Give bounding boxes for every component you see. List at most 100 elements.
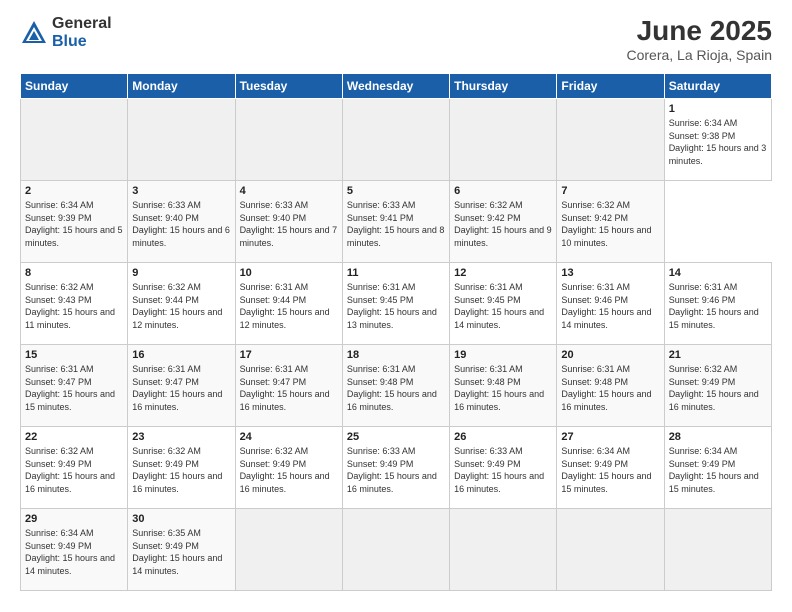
calendar-cell: 23 Sunrise: 6:32 AM Sunset: 9:49 PM Dayl… — [128, 427, 235, 509]
day-detail: Sunrise: 6:34 AM Sunset: 9:49 PM Dayligh… — [25, 527, 123, 577]
sunset-text: Sunset: 9:44 PM — [132, 294, 230, 307]
daylight-text: Daylight: 15 hours and 16 minutes. — [347, 388, 445, 413]
sunset-text: Sunset: 9:42 PM — [561, 212, 659, 225]
sunrise-text: Sunrise: 6:31 AM — [561, 281, 659, 294]
sunrise-text: Sunrise: 6:31 AM — [347, 363, 445, 376]
col-saturday: Saturday — [664, 74, 771, 99]
sunrise-text: Sunrise: 6:32 AM — [454, 199, 552, 212]
calendar-week-row: 29 Sunrise: 6:34 AM Sunset: 9:49 PM Dayl… — [21, 509, 772, 591]
day-detail: Sunrise: 6:31 AM Sunset: 9:45 PM Dayligh… — [347, 281, 445, 331]
day-number: 10 — [240, 267, 338, 279]
day-detail: Sunrise: 6:31 AM Sunset: 9:45 PM Dayligh… — [454, 281, 552, 331]
day-number: 12 — [454, 267, 552, 279]
day-number: 23 — [132, 431, 230, 443]
day-number: 14 — [669, 267, 767, 279]
calendar-cell: 30 Sunrise: 6:35 AM Sunset: 9:49 PM Dayl… — [128, 509, 235, 591]
daylight-text: Daylight: 15 hours and 5 minutes. — [25, 224, 123, 249]
calendar-cell — [342, 99, 449, 181]
daylight-text: Daylight: 15 hours and 12 minutes. — [132, 306, 230, 331]
daylight-text: Daylight: 15 hours and 15 minutes. — [669, 306, 767, 331]
logo-icon — [20, 19, 48, 47]
day-number: 29 — [25, 513, 123, 525]
daylight-text: Daylight: 15 hours and 16 minutes. — [347, 470, 445, 495]
calendar-cell: 9 Sunrise: 6:32 AM Sunset: 9:44 PM Dayli… — [128, 263, 235, 345]
calendar-cell — [557, 99, 664, 181]
day-detail: Sunrise: 6:31 AM Sunset: 9:48 PM Dayligh… — [454, 363, 552, 413]
calendar-cell: 8 Sunrise: 6:32 AM Sunset: 9:43 PM Dayli… — [21, 263, 128, 345]
sunset-text: Sunset: 9:46 PM — [561, 294, 659, 307]
daylight-text: Daylight: 15 hours and 16 minutes. — [561, 388, 659, 413]
main-title: June 2025 — [626, 15, 772, 47]
daylight-text: Daylight: 15 hours and 16 minutes. — [25, 470, 123, 495]
calendar-cell: 29 Sunrise: 6:34 AM Sunset: 9:49 PM Dayl… — [21, 509, 128, 591]
sunset-text: Sunset: 9:45 PM — [454, 294, 552, 307]
sunrise-text: Sunrise: 6:33 AM — [240, 199, 338, 212]
day-number: 5 — [347, 185, 445, 197]
sunset-text: Sunset: 9:47 PM — [240, 376, 338, 389]
calendar-cell: 16 Sunrise: 6:31 AM Sunset: 9:47 PM Dayl… — [128, 345, 235, 427]
day-detail: Sunrise: 6:33 AM Sunset: 9:40 PM Dayligh… — [240, 199, 338, 249]
calendar-cell — [21, 99, 128, 181]
calendar-cell: 11 Sunrise: 6:31 AM Sunset: 9:45 PM Dayl… — [342, 263, 449, 345]
day-detail: Sunrise: 6:31 AM Sunset: 9:46 PM Dayligh… — [561, 281, 659, 331]
sunset-text: Sunset: 9:49 PM — [561, 458, 659, 471]
calendar-cell — [235, 509, 342, 591]
day-detail: Sunrise: 6:31 AM Sunset: 9:48 PM Dayligh… — [347, 363, 445, 413]
sunrise-text: Sunrise: 6:34 AM — [25, 199, 123, 212]
day-number: 21 — [669, 349, 767, 361]
sunset-text: Sunset: 9:49 PM — [25, 540, 123, 553]
sunset-text: Sunset: 9:48 PM — [454, 376, 552, 389]
calendar-body: 1 Sunrise: 6:34 AM Sunset: 9:38 PM Dayli… — [21, 99, 772, 591]
daylight-text: Daylight: 15 hours and 13 minutes. — [347, 306, 445, 331]
daylight-text: Daylight: 15 hours and 14 minutes. — [25, 552, 123, 577]
day-detail: Sunrise: 6:32 AM Sunset: 9:44 PM Dayligh… — [132, 281, 230, 331]
calendar-cell — [342, 509, 449, 591]
daylight-text: Daylight: 15 hours and 16 minutes. — [132, 470, 230, 495]
calendar-cell: 18 Sunrise: 6:31 AM Sunset: 9:48 PM Dayl… — [342, 345, 449, 427]
sunset-text: Sunset: 9:49 PM — [454, 458, 552, 471]
sunset-text: Sunset: 9:38 PM — [669, 130, 767, 143]
logo-text: General Blue — [52, 15, 112, 50]
daylight-text: Daylight: 15 hours and 3 minutes. — [669, 142, 767, 167]
daylight-text: Daylight: 15 hours and 12 minutes. — [240, 306, 338, 331]
day-number: 30 — [132, 513, 230, 525]
day-number: 17 — [240, 349, 338, 361]
sunrise-text: Sunrise: 6:34 AM — [25, 527, 123, 540]
day-detail: Sunrise: 6:34 AM Sunset: 9:38 PM Dayligh… — [669, 117, 767, 167]
col-wednesday: Wednesday — [342, 74, 449, 99]
calendar-week-row: 2 Sunrise: 6:34 AM Sunset: 9:39 PM Dayli… — [21, 181, 772, 263]
col-tuesday: Tuesday — [235, 74, 342, 99]
day-number: 25 — [347, 431, 445, 443]
day-number: 28 — [669, 431, 767, 443]
logo-blue-text: Blue — [52, 33, 112, 51]
calendar-cell: 13 Sunrise: 6:31 AM Sunset: 9:46 PM Dayl… — [557, 263, 664, 345]
sunrise-text: Sunrise: 6:33 AM — [454, 445, 552, 458]
sunset-text: Sunset: 9:41 PM — [347, 212, 445, 225]
col-friday: Friday — [557, 74, 664, 99]
sunset-text: Sunset: 9:49 PM — [132, 540, 230, 553]
sunset-text: Sunset: 9:39 PM — [25, 212, 123, 225]
sunset-text: Sunset: 9:48 PM — [561, 376, 659, 389]
day-number: 11 — [347, 267, 445, 279]
calendar-cell: 4 Sunrise: 6:33 AM Sunset: 9:40 PM Dayli… — [235, 181, 342, 263]
daylight-text: Daylight: 15 hours and 9 minutes. — [454, 224, 552, 249]
sunset-text: Sunset: 9:49 PM — [669, 458, 767, 471]
day-detail: Sunrise: 6:32 AM Sunset: 9:42 PM Dayligh… — [454, 199, 552, 249]
logo-general-text: General — [52, 15, 112, 33]
calendar-week-row: 15 Sunrise: 6:31 AM Sunset: 9:47 PM Dayl… — [21, 345, 772, 427]
daylight-text: Daylight: 15 hours and 16 minutes. — [240, 470, 338, 495]
day-detail: Sunrise: 6:34 AM Sunset: 9:39 PM Dayligh… — [25, 199, 123, 249]
sunset-text: Sunset: 9:46 PM — [669, 294, 767, 307]
sunset-text: Sunset: 9:49 PM — [132, 458, 230, 471]
sunrise-text: Sunrise: 6:31 AM — [25, 363, 123, 376]
calendar-cell — [664, 509, 771, 591]
calendar-cell: 21 Sunrise: 6:32 AM Sunset: 9:49 PM Dayl… — [664, 345, 771, 427]
sunset-text: Sunset: 9:42 PM — [454, 212, 552, 225]
day-detail: Sunrise: 6:34 AM Sunset: 9:49 PM Dayligh… — [561, 445, 659, 495]
sunset-text: Sunset: 9:44 PM — [240, 294, 338, 307]
title-block: June 2025 Corera, La Rioja, Spain — [626, 15, 772, 63]
daylight-text: Daylight: 15 hours and 11 minutes. — [25, 306, 123, 331]
daylight-text: Daylight: 15 hours and 15 minutes. — [669, 470, 767, 495]
sunrise-text: Sunrise: 6:35 AM — [132, 527, 230, 540]
day-detail: Sunrise: 6:31 AM Sunset: 9:47 PM Dayligh… — [240, 363, 338, 413]
